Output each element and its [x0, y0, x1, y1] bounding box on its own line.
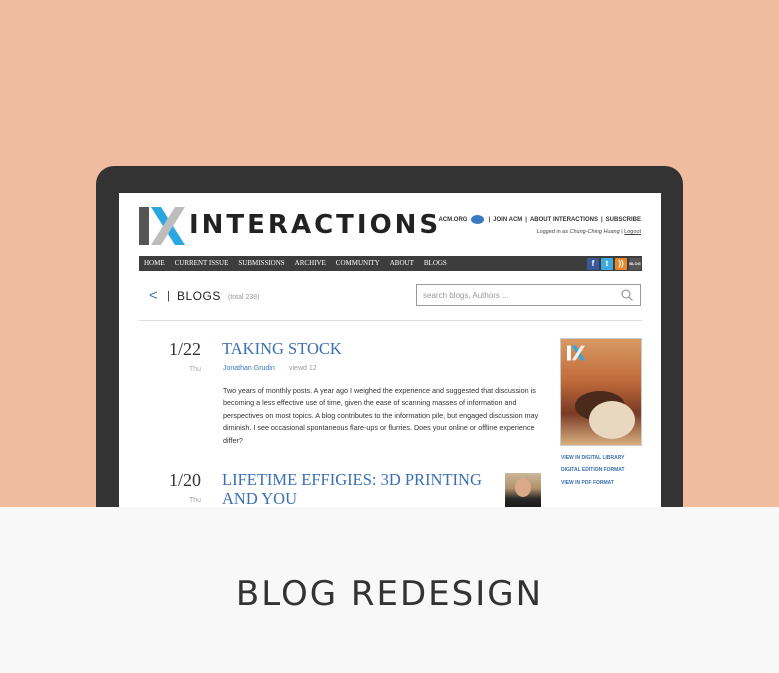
- back-arrow-icon[interactable]: <: [149, 288, 158, 303]
- nav-blogs[interactable]: BLOGS: [419, 256, 452, 271]
- nav-submissions[interactable]: SUBMISSIONS: [233, 256, 289, 271]
- nav-about[interactable]: ABOUT: [385, 256, 419, 271]
- nav-community[interactable]: COMMUNITY: [331, 256, 385, 271]
- join-acm-link[interactable]: JOIN ACM: [493, 217, 522, 223]
- logout-link[interactable]: Logout: [624, 229, 641, 235]
- top-links: ACM.ORG | JOIN ACM | ABOUT INTERACTIONS …: [438, 215, 641, 224]
- magazine-cover-image[interactable]: [560, 338, 642, 446]
- post-author-link[interactable]: Jonathan Grudin: [223, 365, 275, 372]
- search-box: [416, 284, 641, 306]
- link-divider: |: [488, 216, 491, 223]
- login-prefix: Logged in as: [536, 229, 570, 235]
- header-divider: [139, 320, 642, 321]
- digital-edition-link[interactable]: DIGITAL EDITION FORMAT: [561, 467, 625, 473]
- author-avatar[interactable]: [505, 473, 541, 507]
- about-interactions-link[interactable]: ABOUT INTERACTIONS: [530, 217, 598, 223]
- view-digital-library-link[interactable]: VIEW IN DIGITAL LIBRARY: [561, 455, 625, 461]
- post-title-link[interactable]: LIFETIME EFFIGIES: 3D PRINTING: [222, 471, 482, 489]
- link-divider: |: [600, 216, 603, 223]
- browser-screen: INTERACTIONS ACM.ORG | JOIN ACM | ABOUT …: [119, 193, 661, 507]
- project-caption: BLOG REDESIGN: [235, 574, 544, 614]
- view-pdf-link[interactable]: VIEW IN PDF FORMAT: [561, 480, 614, 486]
- page-title: BLOGS: [177, 289, 221, 303]
- post-title-link[interactable]: TAKING STOCK: [222, 340, 342, 358]
- cover-ix-logo-icon: [567, 345, 585, 361]
- search-input[interactable]: [423, 288, 608, 302]
- acm-link[interactable]: ACM.ORG: [438, 217, 467, 223]
- author-face-shape: [515, 478, 531, 497]
- link-divider: |: [525, 216, 527, 223]
- login-status: Logged in as Chung-Ching Huang | Logout: [536, 229, 641, 235]
- nav-current-issue[interactable]: CURRENT ISSUE: [170, 256, 234, 271]
- nav-home[interactable]: HOME: [139, 256, 170, 271]
- subscribe-link[interactable]: SUBSCRIBE: [606, 217, 641, 223]
- post-date: 1/22: [168, 339, 201, 359]
- logged-in-user: Chung-Ching Huang: [569, 229, 620, 235]
- post-views: viewd 12: [289, 365, 317, 372]
- main-nav: HOME CURRENT ISSUE SUBMISSIONS ARCHIVE C…: [139, 256, 642, 271]
- social-icons: f t )) BLOG: [587, 257, 642, 270]
- twitter-icon[interactable]: t: [601, 257, 613, 270]
- post-title-link-line2[interactable]: AND YOU: [222, 490, 297, 508]
- acm-badge-icon: [471, 215, 485, 224]
- blog-icon[interactable]: BLOG: [629, 257, 641, 270]
- rss-icon[interactable]: )): [615, 257, 627, 270]
- nav-archive[interactable]: ARCHIVE: [290, 256, 331, 271]
- post-day: Thu: [188, 497, 201, 504]
- post-day: Thu: [188, 366, 201, 373]
- site-logo-text[interactable]: INTERACTIONS: [189, 211, 441, 239]
- cover-plate-shape: [589, 401, 635, 439]
- post-excerpt: Two years of monthly posts. A year ago I…: [223, 386, 539, 445]
- laptop-frame: INTERACTIONS ACM.ORG | JOIN ACM | ABOUT …: [96, 166, 683, 507]
- header-separator: |: [167, 290, 170, 302]
- blogs-total-count: (total 238): [228, 294, 260, 301]
- search-icon[interactable]: [621, 289, 633, 301]
- ix-logo-icon[interactable]: [139, 207, 185, 245]
- post-date: 1/20: [168, 470, 201, 490]
- facebook-icon[interactable]: f: [587, 257, 599, 270]
